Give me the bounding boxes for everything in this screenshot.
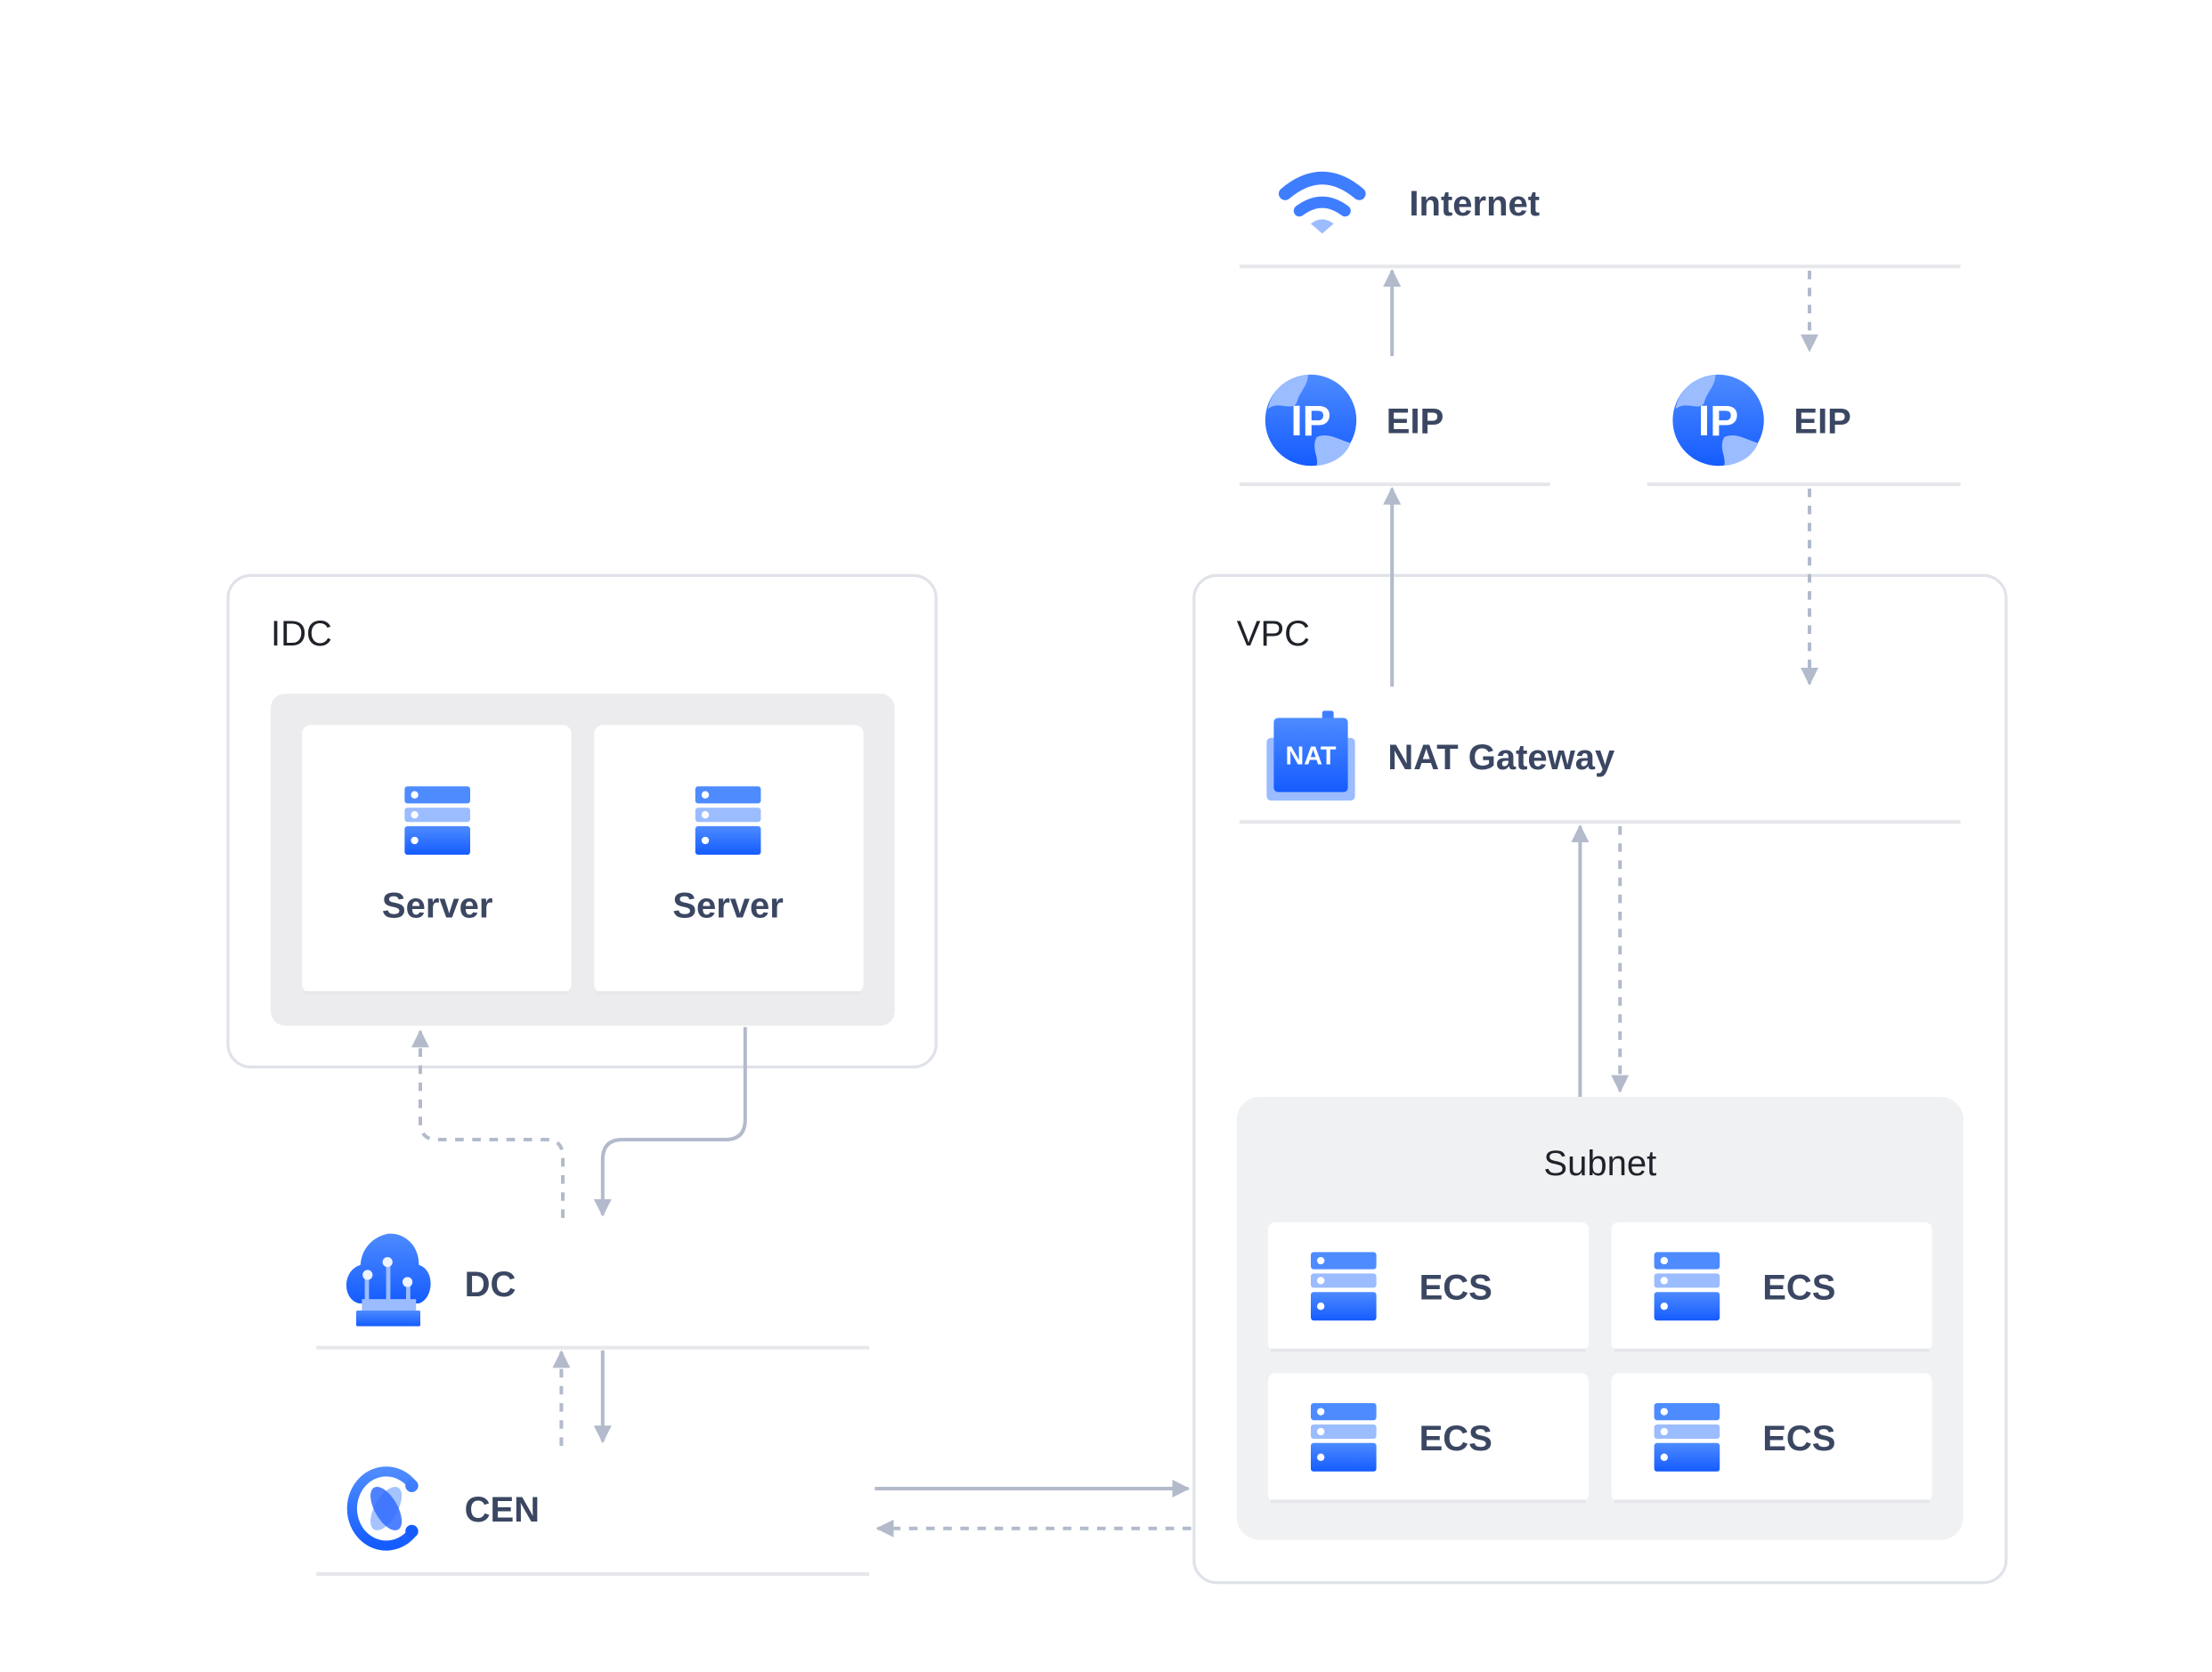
nat-gateway-label: NAT Gateway	[1387, 738, 1615, 777]
cen-label: CEN	[465, 1490, 540, 1530]
eip-node[interactable]: EIP	[1236, 363, 1553, 486]
eip-label: EIP	[1387, 402, 1443, 442]
server-node[interactable]: Server	[594, 725, 864, 995]
server-label: Server	[672, 887, 784, 926]
server-icon	[1311, 1252, 1377, 1321]
vpc-label: VPC	[1237, 614, 1310, 653]
eip-node[interactable]: EIP	[1644, 363, 1964, 486]
ecs-node[interactable]: ECS	[1611, 1373, 1932, 1504]
eip-label: EIP	[1793, 402, 1850, 442]
subnet-group: Subnet ECS ECS ECS ECS	[1236, 1097, 1964, 1540]
ecs-label: ECS	[1419, 1419, 1492, 1458]
ecs-node[interactable]: ECS	[1268, 1373, 1589, 1504]
ecs-node[interactable]: ECS	[1611, 1222, 1932, 1352]
ecs-node[interactable]: ECS	[1268, 1222, 1589, 1352]
ecs-label: ECS	[1762, 1419, 1835, 1458]
server-node[interactable]: Server	[302, 725, 572, 995]
idc-group: IDC Server Server	[226, 573, 938, 1068]
ip-globe-icon	[1672, 374, 1764, 467]
server-icon	[695, 786, 761, 855]
nat-icon: NAT	[1266, 710, 1355, 801]
ip-globe-icon	[1265, 374, 1357, 467]
server-icon	[1654, 1403, 1720, 1472]
dc-node[interactable]: DC	[316, 1233, 869, 1350]
server-icon	[404, 786, 470, 855]
dc-label: DC	[465, 1265, 516, 1304]
server-label: Server	[382, 887, 493, 926]
server-icon	[1311, 1403, 1377, 1472]
cloud-dc-icon	[346, 1233, 431, 1327]
subnet-label: Subnet	[1543, 1144, 1656, 1183]
internet-node[interactable]: Internet	[1236, 142, 1964, 269]
cen-icon	[346, 1466, 419, 1551]
idc-label: IDC	[271, 614, 332, 653]
internet-label: Internet	[1409, 184, 1540, 223]
server-icon	[1654, 1252, 1720, 1321]
cen-node[interactable]: CEN	[316, 1466, 869, 1576]
network-diagram: IP Internet EIP EIP VPC	[226, 142, 2008, 1585]
ecs-label: ECS	[1419, 1268, 1492, 1307]
svg-text:NAT: NAT	[1285, 743, 1336, 771]
ecs-label: ECS	[1762, 1268, 1835, 1307]
